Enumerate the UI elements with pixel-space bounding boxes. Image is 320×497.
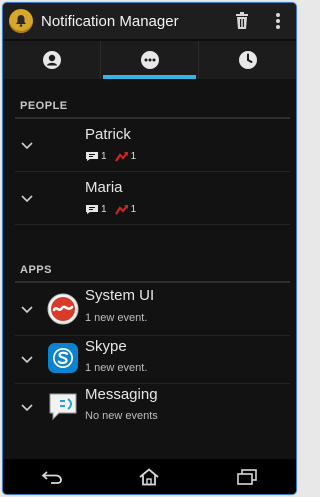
- message-count: 1: [101, 204, 107, 215]
- tab-bar: [3, 41, 296, 79]
- recent-apps-icon: [237, 468, 257, 485]
- tab-people[interactable]: [3, 41, 100, 79]
- person-icon: [42, 51, 61, 69]
- android-icon: [47, 293, 79, 325]
- apps-section-header: APPS: [20, 264, 52, 276]
- skype-icon: [48, 343, 78, 373]
- more-dots-icon: [140, 51, 159, 69]
- person-stats: 1 1: [85, 204, 144, 215]
- chevron-down-icon[interactable]: [21, 306, 33, 314]
- missed-call-count: 1: [130, 204, 137, 215]
- chevron-down-icon[interactable]: [21, 356, 33, 364]
- person-row-patrick[interactable]: Patrick 1 1: [3, 119, 296, 171]
- recent-apps-button[interactable]: [227, 462, 267, 492]
- back-button[interactable]: [32, 462, 72, 492]
- app-name: System UI: [85, 287, 155, 304]
- tab-apps[interactable]: [100, 41, 198, 79]
- content-list: PEOPLE Patrick 1 1 Maria 1 1 APPS System…: [3, 79, 296, 459]
- people-section-header: PEOPLE: [20, 100, 68, 112]
- bell-icon[interactable]: [9, 9, 33, 33]
- missed-call-icon: [114, 205, 128, 215]
- message-icon: [86, 152, 98, 161]
- app-row-messaging[interactable]: Messaging No new events: [3, 384, 296, 436]
- app-status: 1 new event.: [85, 312, 148, 324]
- back-icon: [41, 470, 62, 484]
- app-row-system-ui[interactable]: System UI 1 new event.: [3, 283, 296, 335]
- chevron-down-icon[interactable]: [21, 404, 33, 412]
- missed-call-count: 1: [130, 151, 137, 162]
- phone-screen: Notification Manager PEOPLE Patrick 1 1 …: [3, 3, 296, 494]
- messaging-icon: [49, 393, 77, 421]
- person-stats: 1 1: [85, 151, 144, 162]
- person-name: Patrick: [85, 126, 131, 143]
- message-count: 1: [101, 151, 107, 162]
- app-status: No new events: [85, 410, 158, 422]
- missed-call-icon: [114, 152, 128, 162]
- app-name: Messaging: [85, 386, 158, 403]
- clock-icon: [238, 51, 257, 69]
- navigation-bar: [3, 459, 296, 494]
- home-icon: [139, 467, 160, 485]
- row-divider: [15, 224, 290, 225]
- app-title: Notification Manager: [41, 12, 179, 30]
- person-row-maria[interactable]: Maria 1 1: [3, 172, 296, 224]
- home-button[interactable]: [129, 462, 169, 492]
- app-row-skype[interactable]: Skype 1 new event.: [3, 336, 296, 383]
- app-status: 1 new event.: [85, 362, 148, 374]
- app-name: Skype: [85, 338, 127, 355]
- chevron-down-icon[interactable]: [21, 195, 33, 203]
- person-name: Maria: [85, 179, 123, 196]
- overflow-menu-icon[interactable]: [260, 3, 296, 39]
- message-icon: [86, 205, 98, 214]
- chevron-down-icon[interactable]: [21, 142, 33, 150]
- tab-history[interactable]: [198, 41, 296, 79]
- action-bar: Notification Manager: [3, 3, 296, 41]
- trash-icon[interactable]: [224, 3, 260, 39]
